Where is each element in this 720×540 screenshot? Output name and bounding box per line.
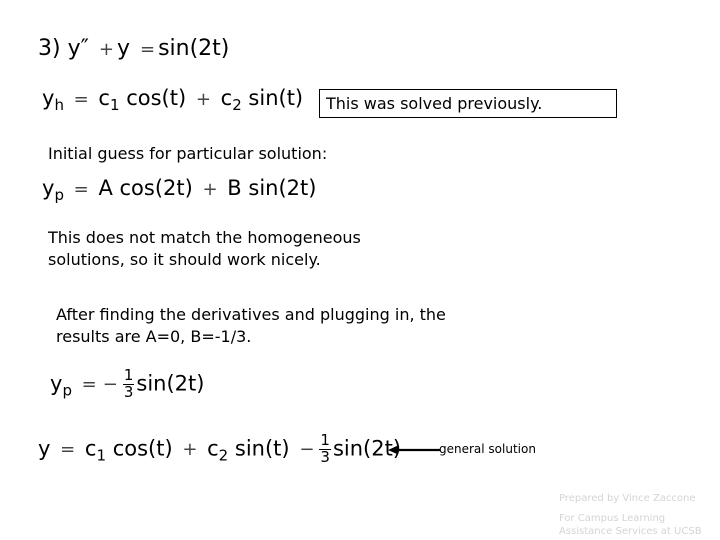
subscript-p: p <box>54 186 64 204</box>
plus-sign: + <box>98 39 114 60</box>
credit-ucsb: Assistance Services at UCSB <box>559 526 702 537</box>
subscript-p: p <box>62 381 72 400</box>
subscript-h: h <box>54 96 64 114</box>
y-symbol: y <box>38 436 51 461</box>
double-prime: ″ <box>80 36 89 61</box>
credit-campus-learning: For Campus Learning <box>559 513 666 524</box>
cos-term: cos(2t) <box>119 176 193 200</box>
arrow-left-icon <box>388 445 440 455</box>
credit-prepared-by: Prepared by Vince Zaccone <box>559 493 696 504</box>
equals-sign: = <box>73 89 89 110</box>
lhs-y2: y <box>116 36 130 61</box>
subscript-1: 1 <box>109 96 120 114</box>
sin-term: sin(t) <box>248 86 304 110</box>
initial-guess-label: Initial guess for particular solution: <box>48 144 328 163</box>
sin-term: sin(2t) <box>136 371 205 396</box>
homogeneous-solution: yh = c1 cos(t) + c2 sin(t) <box>42 86 304 113</box>
fraction-one-third: 13 <box>122 367 135 401</box>
coefficient-b: B <box>227 176 242 200</box>
plus-sign: + <box>195 89 211 110</box>
no-match-explanation: This does not match the homogeneous solu… <box>48 228 361 269</box>
plus-sign: + <box>202 179 218 200</box>
denominator: 3 <box>123 382 134 401</box>
equals-sign: = <box>81 374 97 396</box>
c2-symbol: c <box>220 86 233 110</box>
subscript-2: 2 <box>218 446 229 465</box>
c1-symbol: c <box>84 436 97 461</box>
general-solution: y = c1 cos(t) + c2 sin(t) −1 3 sin(2t) <box>38 432 401 466</box>
problem-statement: 3) y″ + y = sin(2t) <box>38 38 229 60</box>
equals-sign: = <box>139 39 156 60</box>
subscript-2: 2 <box>232 96 242 114</box>
fraction-one-third: 13 <box>319 432 331 466</box>
c1-symbol: c <box>98 86 110 110</box>
general-solution-label: general solution <box>439 442 536 456</box>
y-symbol: y <box>50 371 63 396</box>
equals-sign: = <box>60 439 76 461</box>
equals-sign: = <box>73 179 89 200</box>
particular-solution: yp = −1 3 sin(2t) <box>50 367 205 401</box>
sin-term: sin(2t) <box>248 176 317 200</box>
subscript-1: 1 <box>96 446 106 465</box>
y-symbol: y <box>42 176 55 200</box>
y-symbol: y <box>42 86 55 110</box>
problem-number: 3) <box>38 36 61 61</box>
lhs-y: y <box>67 36 81 61</box>
coefficient-a: A <box>98 176 113 200</box>
denominator: 3 <box>320 447 330 466</box>
rhs: sin(2t) <box>158 36 230 61</box>
coefficients-result-text: After finding the derivatives and pluggi… <box>56 305 446 346</box>
cos-term: cos(t) <box>126 86 187 110</box>
minus-sign: − <box>102 374 118 396</box>
cos-term: cos(t) <box>112 436 173 461</box>
previously-solved-note: This was solved previously. <box>319 89 617 118</box>
plus-sign: + <box>182 439 198 461</box>
minus-sign: − <box>299 439 315 461</box>
sin-term: sin(t) <box>234 436 290 461</box>
c2-symbol: c <box>207 436 219 461</box>
particular-guess: yp = A cos(2t) + B sin(2t) <box>42 176 317 203</box>
